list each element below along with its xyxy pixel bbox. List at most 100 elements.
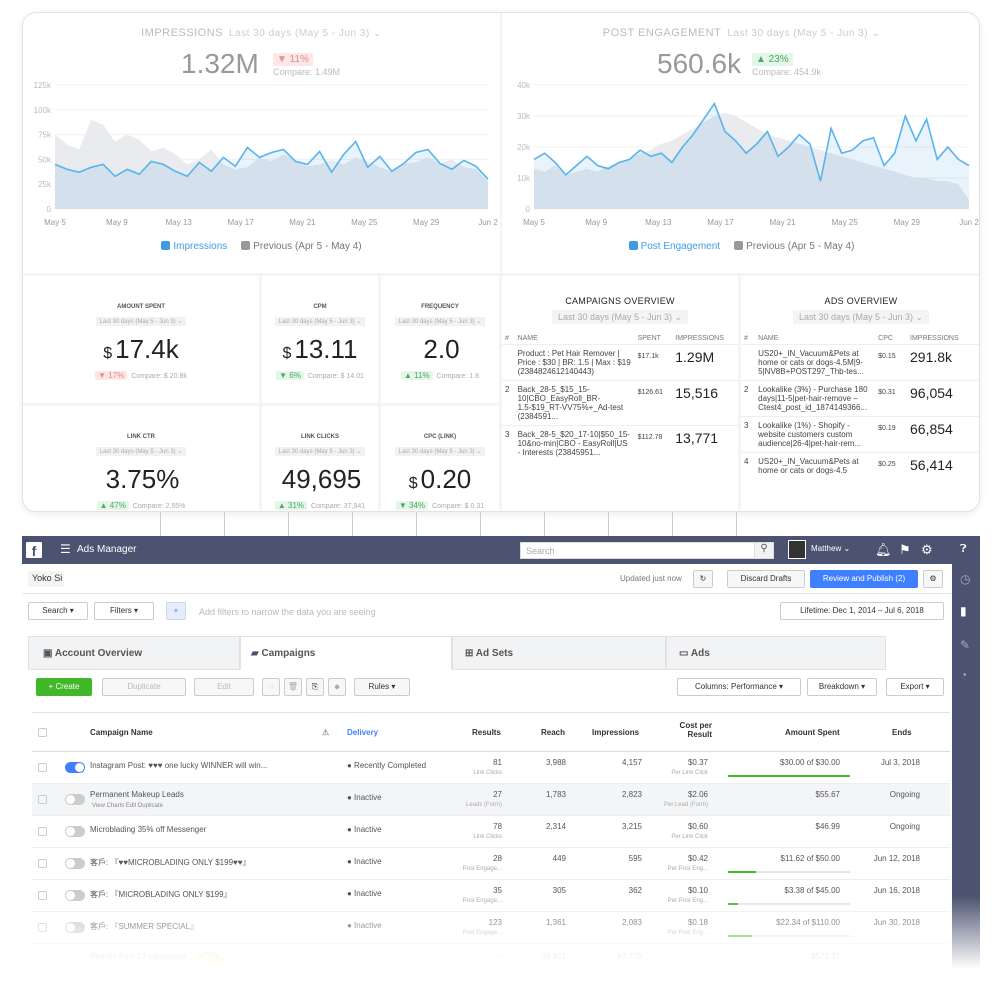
top-search-input[interactable]: Search bbox=[520, 542, 772, 559]
tab-campaigns[interactable]: ▰ Campaigns bbox=[240, 636, 452, 670]
facebook-logo-icon[interactable]: f bbox=[26, 542, 42, 559]
header-results[interactable]: Results bbox=[472, 728, 501, 737]
campaign-overview-row[interactable]: Product : Pet Hair Remover | Price : $30… bbox=[502, 344, 738, 381]
breakdown-button[interactable]: Breakdown ▾ bbox=[807, 678, 877, 696]
filters-button[interactable]: Filters ▾ bbox=[94, 602, 154, 620]
table-row[interactable]: Permanent Makeup Leads ● Inactive 27 Lea… bbox=[32, 784, 950, 816]
row-checkbox[interactable] bbox=[38, 763, 47, 772]
kpi-period[interactable]: Last 30 days (May 5 - Jun 3) ⌄ bbox=[394, 447, 486, 456]
tab-ad-sets[interactable]: ⊞ Ad Sets bbox=[452, 636, 666, 670]
preview-icon[interactable]: ⎘ bbox=[306, 678, 324, 696]
search-filter-button[interactable]: Search ▾ bbox=[28, 602, 88, 620]
toggle-icon[interactable]: ◌ bbox=[262, 678, 280, 696]
tab-account-overview[interactable]: ▣ Account Overview bbox=[28, 636, 240, 670]
search-icon[interactable]: ⚲ bbox=[754, 542, 774, 559]
table-row[interactable]: Microblading 35% off Messenger ● Inactiv… bbox=[32, 816, 950, 848]
bar-chart-icon[interactable]: ▮ bbox=[960, 604, 967, 618]
gear-icon[interactable]: ⚙ bbox=[921, 542, 933, 558]
avatar[interactable] bbox=[788, 540, 806, 559]
campaign-name[interactable]: Back_28-5_$15_15-10|CBO_EasyRoll_BR-1.5-… bbox=[514, 380, 635, 426]
table-row[interactable]: 客戶: 『♥♥MICROBLADING ONLY $199♥♥』 ● Inact… bbox=[32, 848, 950, 880]
ad-name[interactable]: US20+_IN_Vacuum&Pets at home or cats or … bbox=[755, 344, 876, 381]
header-cost-per-result[interactable]: Cost per Result bbox=[672, 721, 712, 739]
ad-overview-row[interactable]: 3 Lookalike (1%) - Shopify - website cus… bbox=[741, 416, 979, 453]
row-checkbox[interactable] bbox=[38, 795, 47, 804]
kpi-value: 3.75% bbox=[105, 464, 180, 494]
kpi-period[interactable]: Last 30 days (May 5 - Jun 3) ⌄ bbox=[274, 447, 366, 456]
campaign-toggle[interactable] bbox=[65, 794, 85, 805]
col-number: # bbox=[505, 335, 509, 342]
campaign-toggle[interactable] bbox=[65, 762, 85, 773]
campaign-overview-row[interactable]: 3 Back_28-5_$20_17-10|$50_15-10&no-min|C… bbox=[502, 425, 738, 461]
account-selector[interactable]: Yoko Si bbox=[28, 571, 250, 587]
checkbox-icon[interactable] bbox=[241, 241, 251, 250]
campaign-name[interactable]: Product : Pet Hair Remover | Price : $30… bbox=[514, 344, 635, 381]
create-button[interactable]: + Create bbox=[36, 678, 92, 696]
campaign-name[interactable]: Permanent Makeup Leads bbox=[90, 790, 300, 799]
impressions-value: 595 bbox=[628, 854, 642, 863]
menu-icon[interactable]: ☰ bbox=[60, 542, 71, 556]
kpi-period[interactable]: Last 30 days (May 5 - Jun 3) ⌄ bbox=[95, 317, 187, 326]
flag-icon[interactable]: ⚑ bbox=[899, 542, 911, 558]
kpi-card-link-ctr: LINK CTR Last 30 days (May 5 - Jun 3) ⌄ … bbox=[23, 406, 259, 511]
ad-name[interactable]: Lookalike (3%) - Purchase 180 days|11-5|… bbox=[755, 380, 876, 417]
checkbox-icon[interactable] bbox=[628, 241, 638, 250]
tag-icon[interactable]: ⬥ bbox=[328, 678, 346, 696]
x-tick-label: May 21 bbox=[769, 218, 796, 227]
bell-icon[interactable]: 🔔︎ bbox=[875, 542, 892, 558]
campaigns-overview-period[interactable]: Last 30 days (May 5 - Jun 3) ⌄ bbox=[551, 310, 689, 324]
header-delivery[interactable]: Delivery bbox=[347, 728, 378, 737]
table-row[interactable]: Instagram Post: ♥♥♥ one lucky WINNER wil… bbox=[32, 752, 950, 784]
date-range-selector[interactable]: Lifetime: Dec 1, 2014 – Jul 6, 2018 bbox=[780, 602, 944, 620]
ad-name[interactable]: Lookalike (1%) - Shopify - website custo… bbox=[755, 416, 876, 453]
duplicate-button[interactable]: Duplicate bbox=[102, 678, 186, 696]
ads-overview-period[interactable]: Last 30 days (May 5 - Jun 3) ⌄ bbox=[792, 310, 930, 324]
rules-button[interactable]: Rules ▾ bbox=[354, 678, 410, 696]
header-impressions[interactable]: Impressions bbox=[592, 728, 639, 737]
header-campaign-name[interactable]: Campaign Name bbox=[90, 728, 153, 737]
select-all-checkbox[interactable] bbox=[38, 728, 47, 737]
review-publish-button[interactable]: Review and Publish (2) bbox=[810, 570, 918, 588]
user-name[interactable]: Matthew ⌄ bbox=[811, 544, 850, 553]
ad-name[interactable]: US20+_IN_Vacuum&Pets at home or cats or … bbox=[755, 452, 876, 479]
grid-icon: ⊞ bbox=[465, 648, 476, 659]
campaign-spent: $17.1k bbox=[634, 344, 673, 381]
header-reach[interactable]: Reach bbox=[541, 728, 565, 737]
y-tick-label: 10k bbox=[517, 174, 531, 183]
columns-button[interactable]: Columns: Performance ▾ bbox=[677, 678, 801, 696]
campaign-toggle[interactable] bbox=[65, 858, 85, 869]
ad-overview-row[interactable]: 2 Lookalike (3%) - Purchase 180 days|11-… bbox=[741, 380, 979, 417]
campaign-name[interactable]: Back_28-5_$20_17-10|$50_15-10&no-min|CBO… bbox=[514, 425, 635, 461]
campaign-name[interactable]: Microblading 35% off Messenger bbox=[90, 825, 300, 834]
kpi-period[interactable]: Last 30 days (May 5 - Jun 3) ⌄ bbox=[274, 317, 366, 326]
checkbox-icon[interactable] bbox=[734, 241, 744, 250]
campaign-name[interactable]: 客戶: 『♥♥MICROBLADING ONLY $199♥♥』 bbox=[90, 857, 300, 868]
row-checkbox[interactable] bbox=[38, 827, 47, 836]
tab-ads[interactable]: ▭ Ads bbox=[666, 636, 886, 670]
settings-gear-icon[interactable]: ⚙ bbox=[923, 570, 943, 588]
help-icon[interactable]: ❓︎ bbox=[960, 543, 967, 556]
pencil-icon[interactable]: ✎ bbox=[960, 638, 970, 652]
edit-button[interactable]: Edit bbox=[194, 678, 254, 696]
refresh-icon[interactable]: ↻ bbox=[693, 570, 713, 588]
header-amount-spent[interactable]: Amount Spent bbox=[785, 728, 840, 737]
export-button[interactable]: Export ▾ bbox=[886, 678, 944, 696]
discard-drafts-button[interactable]: Discard Drafts bbox=[727, 570, 805, 588]
kpi-period[interactable]: Last 30 days (May 5 - Jun 3) ⌄ bbox=[95, 447, 187, 456]
history-icon[interactable]: ◔ bbox=[960, 668, 967, 682]
trash-icon[interactable]: 🗑︎ bbox=[284, 678, 302, 696]
results-type: Link Clicks bbox=[473, 834, 502, 840]
clock-icon[interactable]: ◷ bbox=[960, 572, 970, 586]
header-ends[interactable]: Ends bbox=[892, 728, 912, 737]
kpi-period[interactable]: Last 30 days (May 5 - Jun 3) ⌄ bbox=[394, 317, 486, 326]
ad-impressions: 56,414 bbox=[907, 452, 979, 479]
ad-overview-row[interactable]: US20+_IN_Vacuum&Pets at home or cats or … bbox=[741, 344, 979, 381]
add-filter-icon[interactable]: + bbox=[166, 602, 186, 620]
campaign-overview-row[interactable]: 2 Back_28-5_$15_15-10|CBO_EasyRoll_BR-1.… bbox=[502, 380, 738, 426]
campaign-name[interactable]: Instagram Post: ♥♥♥ one lucky WINNER wil… bbox=[90, 761, 300, 770]
row-checkbox[interactable] bbox=[38, 859, 47, 868]
campaign-toggle[interactable] bbox=[65, 826, 85, 837]
ad-overview-row[interactable]: 4 US20+_IN_Vacuum&Pets at home or cats o… bbox=[741, 452, 979, 479]
row-actions[interactable]: View Charts Edit Duplicate bbox=[92, 803, 163, 809]
checkbox-icon[interactable] bbox=[161, 241, 171, 250]
